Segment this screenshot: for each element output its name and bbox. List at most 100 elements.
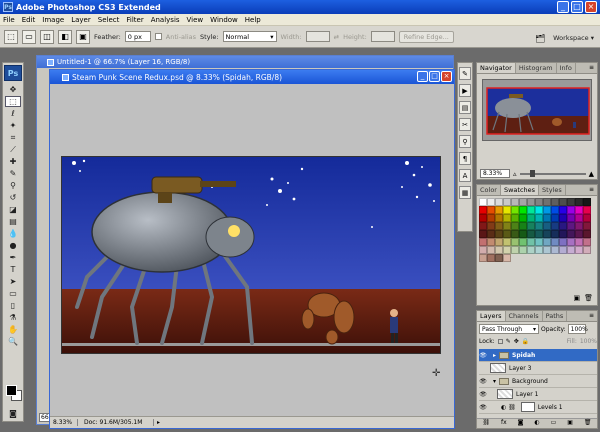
tab-navigator[interactable]: Navigator [477, 63, 516, 73]
tab-styles[interactable]: Styles [539, 185, 566, 195]
blur-tool-icon[interactable]: 💧 [5, 228, 21, 239]
color-swatch[interactable] [503, 254, 511, 262]
path-selection-icon[interactable]: ➤ [5, 276, 21, 287]
color-swatch[interactable] [535, 206, 543, 214]
color-swatch[interactable] [511, 198, 519, 206]
color-swatch[interactable] [495, 214, 503, 222]
color-swatch[interactable] [519, 206, 527, 214]
visibility-eye-icon[interactable]: 👁 [479, 352, 487, 359]
layer-row-spidah[interactable]: 👁 ▸ Spidah [479, 349, 597, 362]
paragraph-panel-icon[interactable]: ¶ [459, 152, 471, 165]
character-panel-icon[interactable]: A [459, 169, 471, 182]
color-swatch[interactable] [479, 222, 487, 230]
color-swatch[interactable] [495, 254, 503, 262]
delete-swatch-icon[interactable]: 🗑 [584, 294, 593, 302]
lock-all-icon[interactable]: 🔒 [522, 338, 529, 345]
magic-wand-icon[interactable]: ✦ [5, 120, 21, 131]
color-swatch[interactable] [503, 206, 511, 214]
marquee-tool-icon[interactable]: ⬚ [5, 96, 21, 107]
doc-maximize-button[interactable]: □ [429, 71, 440, 82]
layer-row-layer1[interactable]: 👁 Layer 1 [479, 388, 597, 401]
tools-panel-icon[interactable]: ✂ [459, 118, 471, 131]
lock-pixels-icon[interactable]: ✎ [506, 338, 511, 345]
color-swatch[interactable] [511, 214, 519, 222]
color-swatch[interactable] [527, 206, 535, 214]
clone-source-icon[interactable]: ⚲ [459, 135, 471, 148]
new-swatch-icon[interactable]: ▣ [573, 294, 580, 302]
color-swatch[interactable] [575, 198, 583, 206]
color-swatch[interactable] [567, 222, 575, 230]
height-input[interactable] [370, 31, 395, 42]
color-swatch[interactable] [535, 222, 543, 230]
color-swatch[interactable] [543, 238, 551, 246]
color-swatch[interactable] [567, 214, 575, 222]
color-swatch[interactable] [479, 214, 487, 222]
color-swatch[interactable] [495, 246, 503, 254]
foreground-color-swatch[interactable] [6, 385, 17, 396]
tool-presets-icon[interactable]: ▶ [459, 84, 471, 97]
clone-stamp-icon[interactable]: ⚲ [5, 180, 21, 191]
color-swatch[interactable] [567, 206, 575, 214]
color-swatch[interactable] [487, 230, 495, 238]
history-brush-icon[interactable]: ↺ [5, 192, 21, 203]
menu-window[interactable]: Window [210, 16, 238, 24]
color-swatch[interactable] [487, 222, 495, 230]
panel-menu-icon[interactable]: ≡ [589, 186, 594, 193]
color-swatch[interactable] [511, 222, 519, 230]
color-swatch[interactable] [511, 246, 519, 254]
visibility-eye-icon[interactable]: 👁 [479, 378, 487, 385]
type-tool-icon[interactable]: T [5, 264, 21, 275]
zoom-out-icon[interactable]: ▵ [513, 170, 517, 178]
color-swatch[interactable] [503, 230, 511, 238]
delete-layer-icon[interactable]: 🗑 [584, 419, 592, 428]
add-mask-icon[interactable]: ◙ [518, 419, 524, 428]
color-swatch[interactable] [583, 238, 591, 246]
color-swatch[interactable] [543, 198, 551, 206]
subtract-selection-icon[interactable]: ◧ [58, 29, 72, 44]
color-swatch[interactable] [559, 246, 567, 254]
color-swatch[interactable] [495, 198, 503, 206]
color-swatch[interactable] [583, 230, 591, 238]
color-swatch[interactable] [567, 198, 575, 206]
color-swatch[interactable] [519, 198, 527, 206]
color-swatch[interactable] [551, 246, 559, 254]
tab-paths[interactable]: Paths [543, 311, 568, 321]
color-swatch[interactable] [487, 238, 495, 246]
color-swatch[interactable] [519, 246, 527, 254]
color-swatch[interactable] [487, 198, 495, 206]
color-swatch[interactable] [583, 206, 591, 214]
color-swatch[interactable] [535, 198, 543, 206]
eyedropper-icon[interactable]: ⚗ [5, 312, 21, 323]
color-swatch[interactable] [479, 238, 487, 246]
document-window-steampunk[interactable]: Steam Punk Scene Redux.psd @ 8.33% (Spid… [49, 69, 455, 429]
color-swatch[interactable] [487, 254, 495, 262]
menu-select[interactable]: Select [98, 16, 120, 24]
color-swatch[interactable] [583, 198, 591, 206]
crop-tool-icon[interactable]: ⌗ [5, 132, 21, 143]
pen-tool-icon[interactable]: ✒ [5, 252, 21, 263]
intersect-selection-icon[interactable]: ▣ [76, 29, 90, 44]
width-input[interactable] [305, 31, 330, 42]
color-swatch[interactable] [559, 198, 567, 206]
color-swatch[interactable] [527, 214, 535, 222]
color-swatch[interactable] [567, 230, 575, 238]
maximize-button[interactable]: □ [571, 1, 583, 13]
color-swatch[interactable] [543, 206, 551, 214]
layer-style-icon[interactable]: fx [501, 419, 507, 428]
color-swatch[interactable] [567, 238, 575, 246]
color-swatch[interactable] [527, 230, 535, 238]
color-swatch[interactable] [487, 214, 495, 222]
eraser-tool-icon[interactable]: ◪ [5, 204, 21, 215]
new-layer-icon[interactable]: ▣ [567, 419, 573, 428]
brush-tool-icon[interactable]: ✎ [5, 168, 21, 179]
add-selection-icon[interactable]: ◫ [40, 29, 54, 44]
gradient-tool-icon[interactable]: ▤ [5, 216, 21, 227]
color-swatch[interactable] [519, 230, 527, 238]
color-swatch[interactable] [559, 206, 567, 214]
blend-mode-select[interactable]: Pass Through ▾ [479, 324, 539, 334]
color-swatch[interactable] [479, 246, 487, 254]
color-swatch[interactable] [503, 214, 511, 222]
lock-position-icon[interactable]: ✥ [514, 338, 519, 345]
color-swatch[interactable] [575, 238, 583, 246]
expand-arrow-icon[interactable]: ▸ [493, 352, 496, 359]
